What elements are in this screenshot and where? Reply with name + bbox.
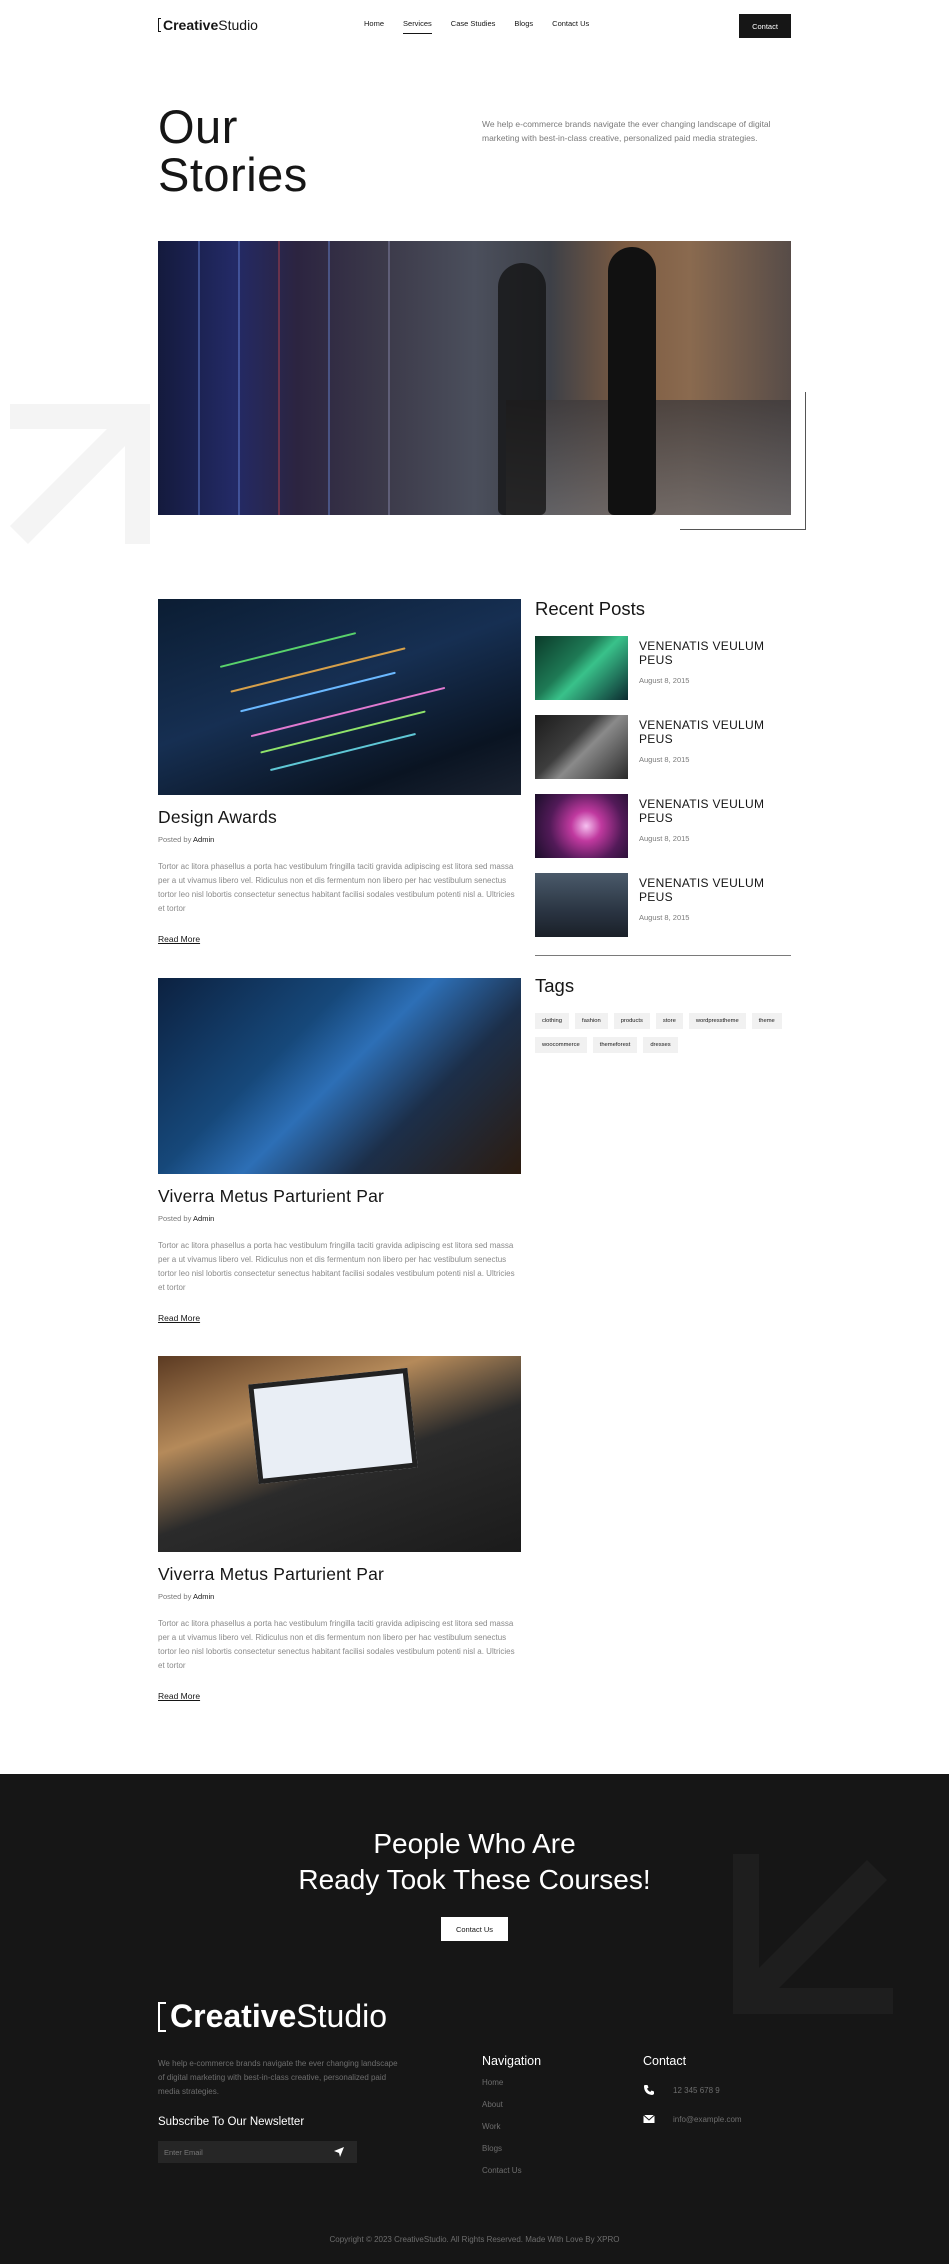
post-meta: Posted by Admin (158, 1592, 521, 1601)
cta-heading: People Who Are Ready Took These Courses! (0, 1826, 949, 1898)
site-logo[interactable]: Creative Studio (158, 17, 258, 33)
post-thumbnail[interactable] (158, 978, 521, 1174)
recent-post-date: August 8, 2015 (639, 834, 690, 843)
recent-post-date: August 8, 2015 (639, 755, 690, 764)
recent-post-thumbnail[interactable] (535, 794, 628, 858)
sidebar-divider (535, 955, 791, 956)
post-title[interactable]: Viverra Metus Parturient Par (158, 1564, 521, 1585)
footer-nav-title: Navigation (482, 2054, 542, 2068)
footer-nav-home[interactable]: Home (482, 2078, 522, 2087)
logo-mark-icon (158, 18, 161, 32)
tag-fashion[interactable]: fashion (574, 1013, 608, 1029)
recent-post-thumbnail[interactable] (535, 636, 628, 700)
footer-nav-about[interactable]: About (482, 2100, 522, 2109)
newsletter-email-input[interactable] (158, 2147, 328, 2157)
nav-item-home[interactable]: Home (364, 19, 384, 28)
logo-bold-text: Creative (163, 17, 219, 33)
logo-light-text: Studio (218, 17, 258, 33)
send-icon[interactable] (328, 2141, 350, 2163)
footer-phone-value: 12 345 678 9 (673, 2086, 720, 2095)
post-author[interactable]: Admin (193, 1214, 214, 1223)
newsletter-form (158, 2141, 357, 2163)
tag-products[interactable]: products (613, 1013, 650, 1029)
posted-by-label: Posted by (158, 1592, 192, 1601)
mail-icon (643, 2114, 655, 2123)
blog-post: Viverra Metus Parturient Par Posted by A… (158, 978, 521, 1326)
main-nav: Home Services Case Studies Blogs Contact… (364, 19, 589, 34)
footer-logo-bold-text: Creative (170, 1998, 297, 2034)
footer-nav-blogs[interactable]: Blogs (482, 2144, 522, 2153)
tag-wordpresstheme[interactable]: wordpresstheme (688, 1013, 746, 1029)
page-title: Our Stories (158, 103, 308, 199)
read-more-link[interactable]: Read More (158, 1691, 200, 1701)
footer-description: We help e-commerce brands navigate the e… (158, 2059, 398, 2096)
recent-post-title[interactable]: VENENATIS VEULUM PEUS (639, 639, 789, 667)
footer-section: People Who Are Ready Took These Courses!… (0, 1774, 949, 2264)
posted-by-label: Posted by (158, 1214, 192, 1223)
newsletter-title: Subscribe To Our Newsletter (158, 2116, 305, 2128)
recent-post-title[interactable]: VENENATIS VEULUM PEUS (639, 718, 789, 746)
recent-post-thumbnail[interactable] (535, 873, 628, 937)
post-meta: Posted by Admin (158, 835, 521, 844)
footer-nav: Home About Work Blogs Contact Us (482, 2078, 522, 2175)
cta-contact-button[interactable]: Contact Us (441, 1917, 508, 1941)
post-author[interactable]: Admin (193, 835, 214, 844)
tag-clothing[interactable]: clothing (535, 1013, 569, 1029)
cta-line-2: Ready Took These Courses! (298, 1864, 651, 1895)
recent-post-thumbnail[interactable] (535, 715, 628, 779)
footer-logo-mark-icon (158, 2001, 166, 2032)
site-header: Creative Studio Home Services Case Studie… (0, 0, 949, 52)
tags-title: Tags (535, 975, 575, 996)
recent-post-title[interactable]: VENENATIS VEULUM PEUS (639, 876, 789, 904)
tag-dresses[interactable]: dresses (643, 1037, 678, 1053)
post-excerpt: Tortor ac litora phasellus a porta hac v… (158, 1241, 515, 1292)
read-more-link[interactable]: Read More (158, 1313, 200, 1323)
nav-item-case-studies[interactable]: Case Studies (451, 19, 496, 28)
tag-woocommerce[interactable]: woocommerce (535, 1037, 587, 1053)
tag-cloud: clothing fashion products store wordpres… (535, 1013, 795, 1053)
read-more-link[interactable]: Read More (158, 934, 200, 944)
post-excerpt: Tortor ac litora phasellus a porta hac v… (158, 862, 515, 913)
tag-themeforest[interactable]: themeforest (592, 1037, 638, 1053)
nav-item-blogs[interactable]: Blogs (514, 19, 533, 28)
post-thumbnail[interactable] (158, 1356, 521, 1552)
post-title[interactable]: Design Awards (158, 807, 521, 828)
footer-nav-contact-us[interactable]: Contact Us (482, 2166, 522, 2175)
blog-post: Viverra Metus Parturient Par Posted by A… (158, 1356, 521, 1704)
recent-post-item[interactable]: VENENATIS VEULUM PEUS August 8, 2015 (535, 636, 791, 700)
recent-posts-title: Recent Posts (535, 598, 646, 619)
hero-description: We help e-commerce brands navigate the e… (482, 119, 771, 143)
footer-logo-light-text: Studio (296, 1998, 388, 2034)
post-title[interactable]: Viverra Metus Parturient Par (158, 1186, 521, 1207)
copyright-text: Copyright © 2023 CreativeStudio. All Rig… (329, 2235, 620, 2244)
recent-post-item[interactable]: VENENATIS VEULUM PEUS August 8, 2015 (535, 715, 791, 779)
decorative-arrow-up-right-icon (10, 404, 150, 544)
page-title-line-2: Stories (158, 148, 308, 201)
recent-post-item[interactable]: VENENATIS VEULUM PEUS August 8, 2015 (535, 794, 791, 858)
cta-line-1: People Who Are (373, 1828, 576, 1859)
post-excerpt: Tortor ac litora phasellus a porta hac v… (158, 1619, 515, 1670)
post-thumbnail[interactable] (158, 599, 521, 795)
post-author[interactable]: Admin (193, 1592, 214, 1601)
tag-theme[interactable]: theme (751, 1013, 782, 1029)
recent-post-date: August 8, 2015 (639, 676, 690, 685)
footer-logo[interactable]: Creative Studio (158, 1998, 387, 2035)
nav-item-contact-us[interactable]: Contact Us (552, 19, 589, 28)
nav-item-services[interactable]: Services (403, 19, 432, 34)
tag-store[interactable]: store (655, 1013, 683, 1029)
posted-by-label: Posted by (158, 835, 192, 844)
page-title-line-1: Our (158, 100, 238, 153)
footer-nav-work[interactable]: Work (482, 2122, 522, 2131)
header-contact-button[interactable]: Contact (739, 14, 791, 38)
post-meta: Posted by Admin (158, 1214, 521, 1223)
blog-post: Design Awards Posted by Admin Tortor ac … (158, 599, 521, 947)
hero-image (158, 241, 791, 515)
recent-post-date: August 8, 2015 (639, 913, 690, 922)
footer-email-value: info@example.com (673, 2115, 742, 2124)
recent-post-title[interactable]: VENENATIS VEULUM PEUS (639, 797, 789, 825)
phone-icon (644, 2085, 654, 2095)
footer-contact-title: Contact (643, 2054, 687, 2068)
recent-post-item[interactable]: VENENATIS VEULUM PEUS August 8, 2015 (535, 873, 791, 937)
